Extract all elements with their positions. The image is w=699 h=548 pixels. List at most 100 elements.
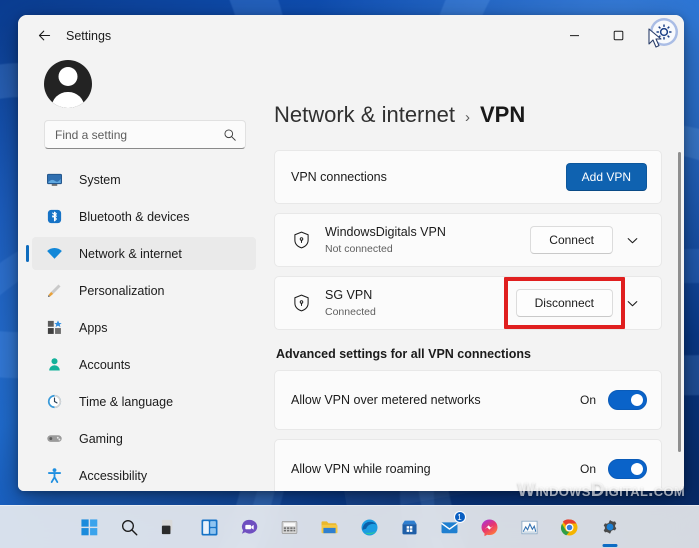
sidebar-item-time-language[interactable]: Time & language <box>32 385 256 418</box>
breadcrumb-parent[interactable]: Network & internet <box>274 102 455 128</box>
store-icon <box>402 520 417 534</box>
table-row[interactable]: WindowsDigitals VPN Not connected Connec… <box>275 214 661 266</box>
vpn-connections-label: VPN connections <box>291 169 387 184</box>
window-controls <box>552 15 684 56</box>
gamepad-icon <box>46 430 68 448</box>
search-icon <box>121 519 138 535</box>
title-bar: Settings <box>18 15 684 56</box>
messenger-icon <box>481 519 498 536</box>
setting-label: Allow VPN over metered networks <box>291 392 481 407</box>
page-title: VPN <box>479 102 526 127</box>
disconnect-button[interactable]: Disconnect <box>515 289 613 317</box>
annotation-highlight: Disconnect <box>503 277 626 329</box>
sidebar-item-apps[interactable]: Apps <box>32 311 256 344</box>
sidebar-item-personalization[interactable]: Personalization <box>32 274 256 307</box>
sidebar-item-label: Bluetooth & devices <box>79 209 190 224</box>
taskbar: 1 <box>0 505 699 548</box>
vpn-shield-icon <box>291 294 311 312</box>
windows-logo-icon <box>81 518 98 535</box>
messenger-button[interactable] <box>475 512 505 542</box>
sidebar-item-label: Accounts <box>79 357 131 372</box>
paintbrush-icon <box>46 282 68 300</box>
minimize-button[interactable] <box>552 15 596 56</box>
system-icon <box>46 171 68 189</box>
chrome-button[interactable] <box>555 512 585 542</box>
task-view-icon <box>161 519 173 534</box>
desktop: Settings Find a setting System Bluetooth… <box>0 0 699 548</box>
sidebar-item-system[interactable]: System <box>32 163 256 196</box>
table-row[interactable]: SG VPN Connected Disconnect <box>275 277 661 329</box>
sidebar-item-label: Network & internet <box>79 246 182 261</box>
toggle-state-label: On <box>579 462 596 476</box>
metered-networks-toggle[interactable] <box>608 390 647 410</box>
back-button[interactable] <box>27 21 61 51</box>
calculator-icon <box>281 520 298 534</box>
sidebar-item-label: Personalization <box>79 283 165 298</box>
sidebar-item-accounts[interactable]: Accounts <box>32 348 256 381</box>
widgets-button[interactable] <box>195 512 225 542</box>
chat-icon <box>241 519 258 534</box>
back-arrow-icon <box>38 30 50 41</box>
sidebar-item-bluetooth-devices[interactable]: Bluetooth & devices <box>32 200 256 233</box>
roaming-toggle[interactable] <box>608 459 647 479</box>
file-explorer-button[interactable] <box>315 512 345 542</box>
window-title: Settings <box>66 28 112 43</box>
store-button[interactable] <box>395 512 425 542</box>
table-row: Allow VPN over metered networks On <box>275 371 661 429</box>
sidebar-item-label: Apps <box>79 320 108 335</box>
chevron-down-icon[interactable] <box>617 226 647 254</box>
sidebar-nav: System Bluetooth & devices Network & int… <box>18 163 262 491</box>
toggle-state-label: On <box>579 393 596 407</box>
vpn-connections-card: VPN connections Add VPN <box>274 150 662 204</box>
vpn-connection-texts: SG VPN Connected <box>325 287 516 320</box>
close-button[interactable] <box>640 15 684 56</box>
stocks-button[interactable] <box>515 512 545 542</box>
content-area: Network & internet › VPN VPN connections… <box>266 56 684 491</box>
advanced-setting-card: Allow VPN while roaming On <box>274 439 662 491</box>
vpn-connection-texts: WindowsDigitals VPN Not connected <box>325 224 530 257</box>
maximize-button[interactable] <box>596 15 640 56</box>
connect-button[interactable]: Connect <box>530 226 613 254</box>
add-vpn-button[interactable]: Add VPN <box>565 163 647 191</box>
table-row: Allow VPN while roaming On <box>275 440 661 491</box>
search-wrap <box>18 120 262 149</box>
sidebar-item-label: System <box>79 172 121 187</box>
edge-button[interactable] <box>355 512 385 542</box>
search-icon[interactable] <box>223 128 237 142</box>
avatar <box>44 60 92 108</box>
clock-icon <box>46 393 68 411</box>
search-button[interactable] <box>115 512 145 542</box>
chat-button[interactable] <box>235 512 265 542</box>
calculator-button[interactable] <box>275 512 305 542</box>
content-scrollbar[interactable] <box>678 152 681 452</box>
wifi-icon <box>46 245 68 263</box>
chart-icon <box>521 520 538 534</box>
search-input[interactable] <box>55 127 223 142</box>
setting-texts: Allow VPN over metered networks <box>291 392 580 409</box>
sidebar: System Bluetooth & devices <box>18 56 266 491</box>
vpn-connection-status: Not connected <box>325 242 393 255</box>
toggle-knob <box>631 463 643 475</box>
avatar-body <box>51 92 85 108</box>
toggle-knob <box>631 394 643 406</box>
account-block[interactable] <box>18 56 262 120</box>
sidebar-item-network-internet[interactable]: Network & internet <box>26 237 256 270</box>
breadcrumb-separator: › <box>464 109 470 126</box>
folder-icon <box>321 520 338 533</box>
sidebar-item-accessibility[interactable]: Accessibility <box>32 459 256 491</box>
setting-texts: Allow VPN while roaming <box>291 461 580 478</box>
sidebar-item-gaming[interactable]: Gaming <box>32 422 256 455</box>
settings-button[interactable] <box>595 512 625 542</box>
task-view-button[interactable] <box>155 512 185 542</box>
sidebar-item-label: Accessibility <box>79 468 148 483</box>
start-button[interactable] <box>75 512 105 542</box>
chevron-down-icon[interactable] <box>617 289 647 317</box>
search-box[interactable] <box>44 120 246 149</box>
maximize-icon <box>613 30 623 41</box>
mail-badge: 1 <box>453 511 466 523</box>
vpn-connection-name: WindowsDigitals VPN <box>325 224 446 239</box>
gear-icon <box>603 520 616 534</box>
vpn-connections-label-wrap: VPN connections <box>291 169 566 186</box>
apps-icon <box>46 319 68 337</box>
mail-button[interactable]: 1 <box>435 511 466 542</box>
